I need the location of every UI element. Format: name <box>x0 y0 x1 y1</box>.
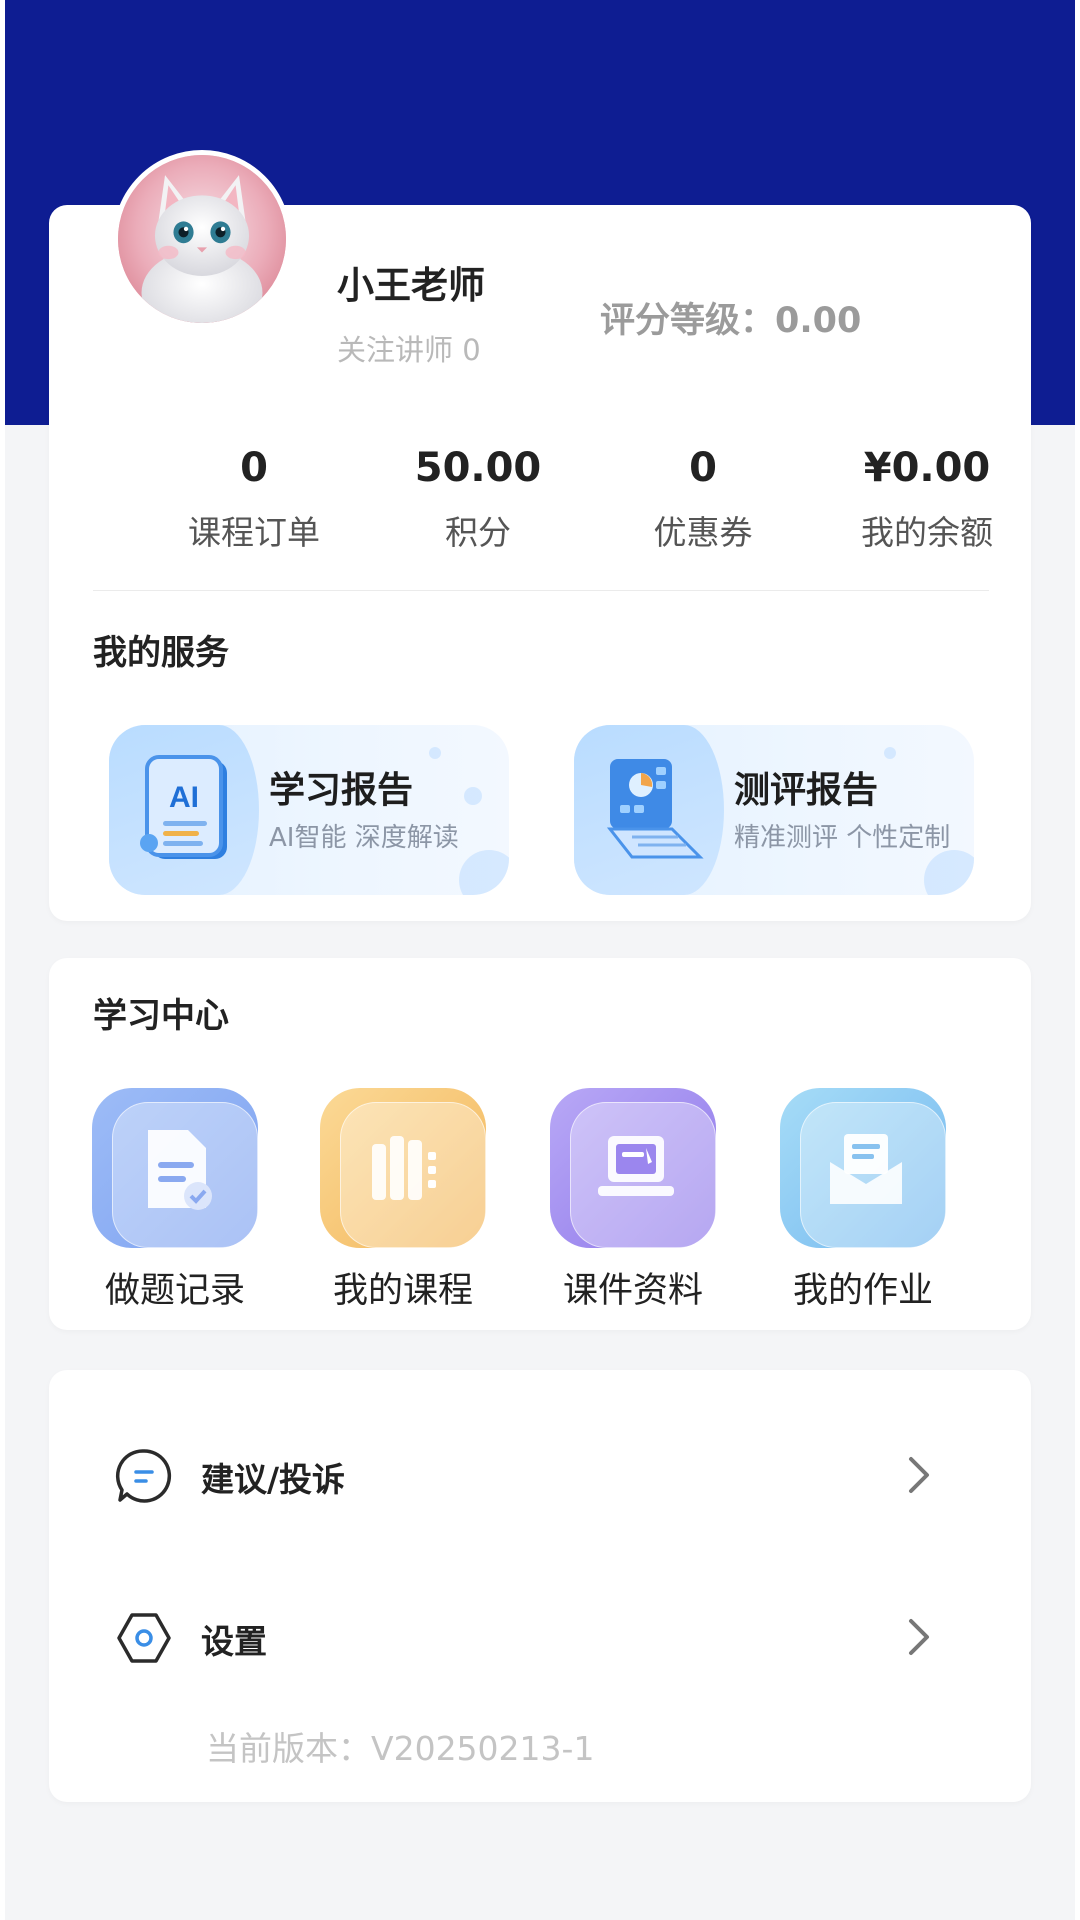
homework-icon <box>780 1088 946 1248</box>
chevron-right-icon <box>909 1619 929 1655</box>
stat-course-orders[interactable]: 0 课程订单 <box>142 440 366 554</box>
study-item-label: 课件资料 <box>562 1271 703 1311</box>
cat-avatar-image <box>118 155 286 323</box>
service-title: 学习报告 <box>269 770 414 811</box>
exercise-record-icon <box>92 1088 258 1248</box>
decor-bubble <box>924 850 974 895</box>
assessment-laptop-icon <box>606 759 704 859</box>
stats-row: 0 课程订单 50.00 积分 0 优惠券 ¥0.00 我的余额 <box>49 440 1031 570</box>
decor-bubble <box>884 747 896 759</box>
decor-bubble <box>459 850 509 895</box>
books-icon <box>372 1136 436 1200</box>
service-title: 测评报告 <box>734 770 879 811</box>
stat-value: ¥0.00 <box>863 445 991 491</box>
svg-text:AI: AI <box>169 781 199 814</box>
feedback-icon <box>115 1449 172 1503</box>
menu-item-label: 建议/投诉 <box>201 1460 346 1499</box>
avatar[interactable] <box>113 150 291 328</box>
study-item-courseware[interactable]: 课件资料 <box>543 1088 723 1313</box>
courseware-icon <box>550 1088 716 1248</box>
study-item-my-courses[interactable]: 我的课程 <box>313 1088 493 1313</box>
ai-report-icon: AI <box>140 755 227 859</box>
study-item-label: 我的课程 <box>332 1271 473 1311</box>
decor-bubble <box>429 747 441 759</box>
stat-value: 50.00 <box>414 445 542 491</box>
computer-icon <box>598 1136 674 1196</box>
stat-balance[interactable]: ¥0.00 我的余额 <box>815 440 1039 554</box>
service-learning-report[interactable]: AI 学习报告 AI智能 深度解读 <box>109 725 509 895</box>
rating-level: 评分等级：0.00 <box>600 301 862 341</box>
service-subtitle: 精准测评 个性定制 <box>734 823 951 853</box>
stat-points[interactable]: 50.00 积分 <box>366 440 590 554</box>
follow-count[interactable]: 关注讲师 0 <box>337 327 481 369</box>
stat-value: 0 <box>240 445 268 491</box>
envelope-icon <box>830 1134 902 1204</box>
stat-coupons[interactable]: 0 优惠券 <box>591 440 815 554</box>
menu-card: 建议/投诉 设置 当前版本：V20250213-1 <box>49 1370 1031 1802</box>
study-center-title: 学习中心 <box>93 996 229 1036</box>
chevron-right-icon <box>909 1457 929 1493</box>
study-item-label: 我的作业 <box>792 1271 933 1311</box>
menu-item-label: 设置 <box>201 1622 267 1661</box>
stat-label: 我的余额 <box>861 513 993 552</box>
stat-label: 课程订单 <box>188 513 320 552</box>
stat-label: 积分 <box>445 513 511 552</box>
stat-value: 0 <box>689 445 717 491</box>
study-item-exercise-records[interactable]: 做题记录 <box>85 1088 265 1313</box>
document-check-icon <box>148 1130 212 1210</box>
study-item-homework[interactable]: 我的作业 <box>773 1088 953 1313</box>
stat-label: 优惠券 <box>653 513 753 552</box>
menu-item-feedback[interactable]: 建议/投诉 <box>49 1425 1031 1525</box>
username: 小王老师 <box>337 264 485 307</box>
menu-item-settings[interactable]: 设置 <box>49 1587 1031 1687</box>
page-edge-right <box>1075 0 1080 1920</box>
settings-icon <box>117 1613 171 1663</box>
service-assessment-report[interactable]: 测评报告 精准测评 个性定制 <box>574 725 974 895</box>
study-item-label: 做题记录 <box>104 1271 245 1311</box>
divider <box>93 590 989 591</box>
service-subtitle: AI智能 深度解读 <box>269 823 459 853</box>
decor-bubble <box>464 787 482 805</box>
study-center-card: 学习中心 做题记录 我的课程 课件资料 我的作业 <box>49 958 1031 1330</box>
my-services-title: 我的服务 <box>93 633 229 673</box>
my-courses-icon <box>320 1088 486 1248</box>
version-text: 当前版本：V20250213-1 <box>206 1729 595 1768</box>
